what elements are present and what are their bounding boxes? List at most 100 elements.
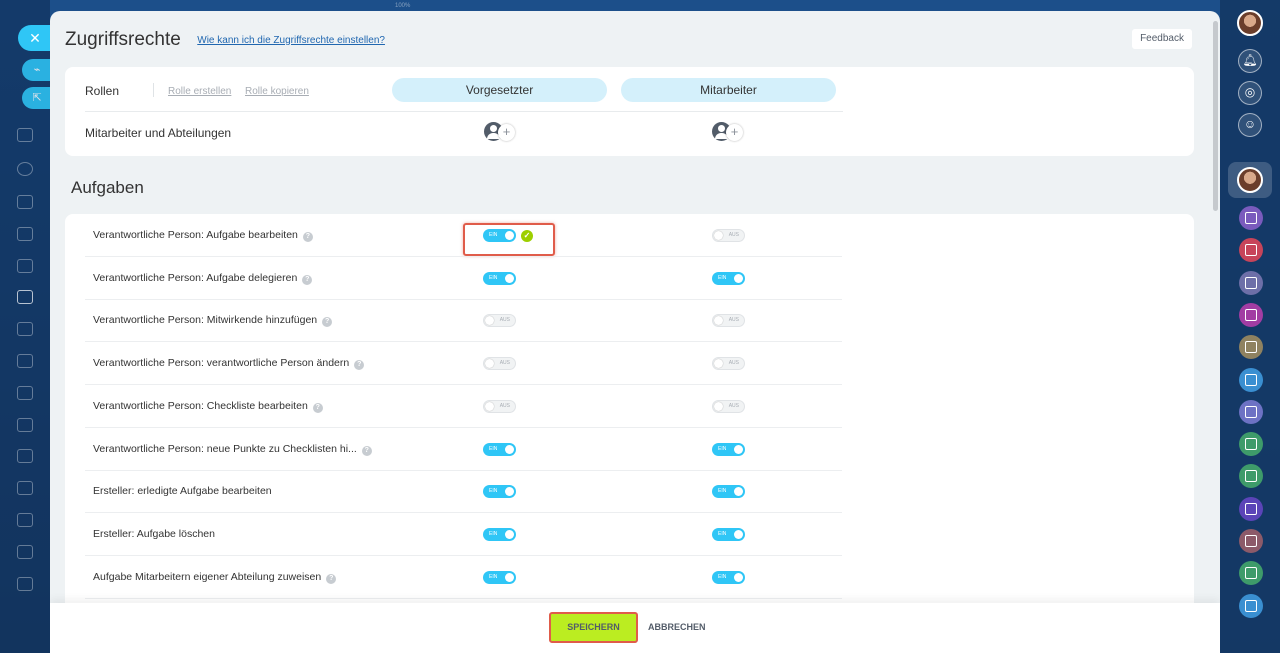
permission-toggle[interactable]: AUS xyxy=(483,399,516,413)
help-icon[interactable]: ? xyxy=(326,573,337,584)
role-column-supervisor[interactable]: Vorgesetzter xyxy=(392,78,607,102)
analytics-icon[interactable] xyxy=(17,545,33,559)
toggle-state: AUS xyxy=(499,360,510,367)
calendar-icon[interactable] xyxy=(17,386,33,400)
toggle-state: AUS xyxy=(728,317,739,324)
permission-toggle[interactable]: EIN xyxy=(712,570,745,584)
permission-toggle[interactable]: AUS xyxy=(712,357,745,371)
scrollbar[interactable] xyxy=(1213,21,1218,211)
task-icon[interactable] xyxy=(1239,238,1263,263)
task-icon[interactable] xyxy=(1239,206,1263,230)
task-glyph xyxy=(1245,599,1257,612)
permission-toggle[interactable]: AUS xyxy=(712,399,745,413)
bell-icon[interactable]: 🔔︎ xyxy=(1238,49,1262,73)
task-glyph xyxy=(1245,373,1257,386)
toggle-knob xyxy=(505,572,514,582)
permission-toggle[interactable]: AUS xyxy=(712,314,745,328)
copy-role-link[interactable]: Rolle kopieren xyxy=(245,86,309,97)
permission-toggle[interactable]: AUS xyxy=(712,229,745,242)
permission-row: Verantwortliche Person: verantwortliche … xyxy=(85,342,842,386)
cancel-button[interactable]: ABBRECHEN xyxy=(648,612,706,643)
toggle-knob xyxy=(485,401,494,411)
contacts-icon[interactable] xyxy=(17,162,33,176)
save-button[interactable]: SPEICHERN xyxy=(549,612,638,643)
task-icon[interactable] xyxy=(1239,335,1263,360)
link-icon[interactable]: ⌁ xyxy=(22,59,52,81)
documents-icon[interactable] xyxy=(17,227,33,241)
create-role-link[interactable]: Rolle erstellen xyxy=(168,86,231,97)
tasks-icon[interactable] xyxy=(17,290,33,304)
payments-icon[interactable] xyxy=(17,513,33,527)
help-icon[interactable]: ? xyxy=(312,402,323,413)
toggle-state: EIN xyxy=(489,274,498,281)
permission-toggle[interactable]: EIN xyxy=(483,442,516,456)
help-icon[interactable]: ? xyxy=(302,232,313,242)
help-icon[interactable]: ? xyxy=(302,274,313,285)
feedback-button[interactable]: Feedback xyxy=(1132,29,1192,49)
plus-icon: + xyxy=(498,124,515,141)
help-icon[interactable]: ? xyxy=(322,317,333,328)
permission-toggle[interactable]: EIN xyxy=(712,271,745,285)
feed-icon[interactable] xyxy=(17,128,33,142)
add-member-button[interactable]: + xyxy=(484,122,516,142)
task-icon[interactable] xyxy=(1239,270,1263,295)
role-column-employee[interactable]: Mitarbeiter xyxy=(621,78,836,102)
task-icon[interactable] xyxy=(1239,432,1263,457)
toggle-knob xyxy=(505,529,514,539)
permission-toggle[interactable]: EIN xyxy=(712,485,745,499)
permission-label: Ersteller: erledigte Aufgabe bearbeiten xyxy=(93,485,272,497)
permission-toggle[interactable]: EIN xyxy=(712,442,745,456)
shop-icon[interactable] xyxy=(17,577,33,591)
sign-icon[interactable] xyxy=(17,418,33,432)
toggle-state: EIN xyxy=(489,488,498,495)
task-icon[interactable] xyxy=(1239,302,1263,327)
permission-toggle[interactable]: EIN xyxy=(483,485,516,499)
sites-icon[interactable] xyxy=(17,259,33,273)
open-new-icon[interactable]: ⇱ xyxy=(22,87,52,109)
toggle-state: AUS xyxy=(499,317,510,324)
permission-label: Verantwortliche Person: Mitwirkende hinz… xyxy=(93,314,333,328)
toggle-knob xyxy=(505,487,514,497)
chat-avatar[interactable] xyxy=(1237,167,1263,193)
permission-label: Verantwortliche Person: Aufgabe bearbeit… xyxy=(93,229,313,242)
task-icon[interactable] xyxy=(1239,367,1263,392)
automation-icon[interactable] xyxy=(17,449,33,463)
fingerprint-icon[interactable]: ◎ xyxy=(1238,81,1262,105)
toggle-state: AUS xyxy=(728,402,739,409)
permission-label-text: Aufgabe Mitarbeitern eigener Abteilung z… xyxy=(93,570,322,583)
permission-toggle[interactable]: AUS xyxy=(483,357,516,371)
toggle-knob xyxy=(734,273,743,283)
help-icon[interactable]: ? xyxy=(354,360,365,371)
task-icon[interactable] xyxy=(1239,561,1263,586)
task-icon[interactable] xyxy=(1239,464,1263,489)
task-icon[interactable] xyxy=(1239,593,1263,618)
task-glyph xyxy=(1245,567,1257,580)
permission-toggle[interactable]: AUS xyxy=(483,314,516,328)
toggle-knob xyxy=(734,444,743,454)
crm-icon[interactable] xyxy=(17,195,33,209)
permission-label-text: Verantwortliche Person: Mitwirkende hinz… xyxy=(93,314,318,327)
messenger-icon[interactable] xyxy=(17,322,33,336)
help-icon[interactable]: ? xyxy=(361,445,372,456)
permission-toggle[interactable]: EIN xyxy=(712,527,745,541)
inventory-icon[interactable] xyxy=(17,481,33,495)
toggle-state: EIN xyxy=(718,488,727,495)
permission-label-text: Ersteller: Aufgabe löschen xyxy=(93,527,215,540)
toggle-knob xyxy=(485,316,494,326)
task-icon[interactable] xyxy=(1239,496,1263,521)
permission-toggle[interactable]: EIN xyxy=(483,527,516,541)
toggle-knob xyxy=(714,316,723,326)
user-avatar[interactable] xyxy=(1237,10,1263,36)
help-link[interactable]: Wie kann ich die Zugriffsrechte einstell… xyxy=(197,35,385,46)
chat-icon[interactable]: ☺ xyxy=(1238,113,1262,137)
permission-toggle[interactable]: EIN xyxy=(483,570,516,584)
mail-icon[interactable] xyxy=(17,354,33,368)
add-member-button[interactable]: + xyxy=(712,122,744,142)
permission-toggle[interactable]: EIN xyxy=(483,229,516,242)
task-icon[interactable] xyxy=(1239,529,1263,553)
toggle-state: EIN xyxy=(489,445,498,452)
close-icon[interactable]: ✕ xyxy=(18,25,52,51)
task-icon[interactable] xyxy=(1239,399,1263,424)
permission-toggle[interactable]: EIN xyxy=(483,271,516,285)
toggle-knob xyxy=(485,359,494,369)
